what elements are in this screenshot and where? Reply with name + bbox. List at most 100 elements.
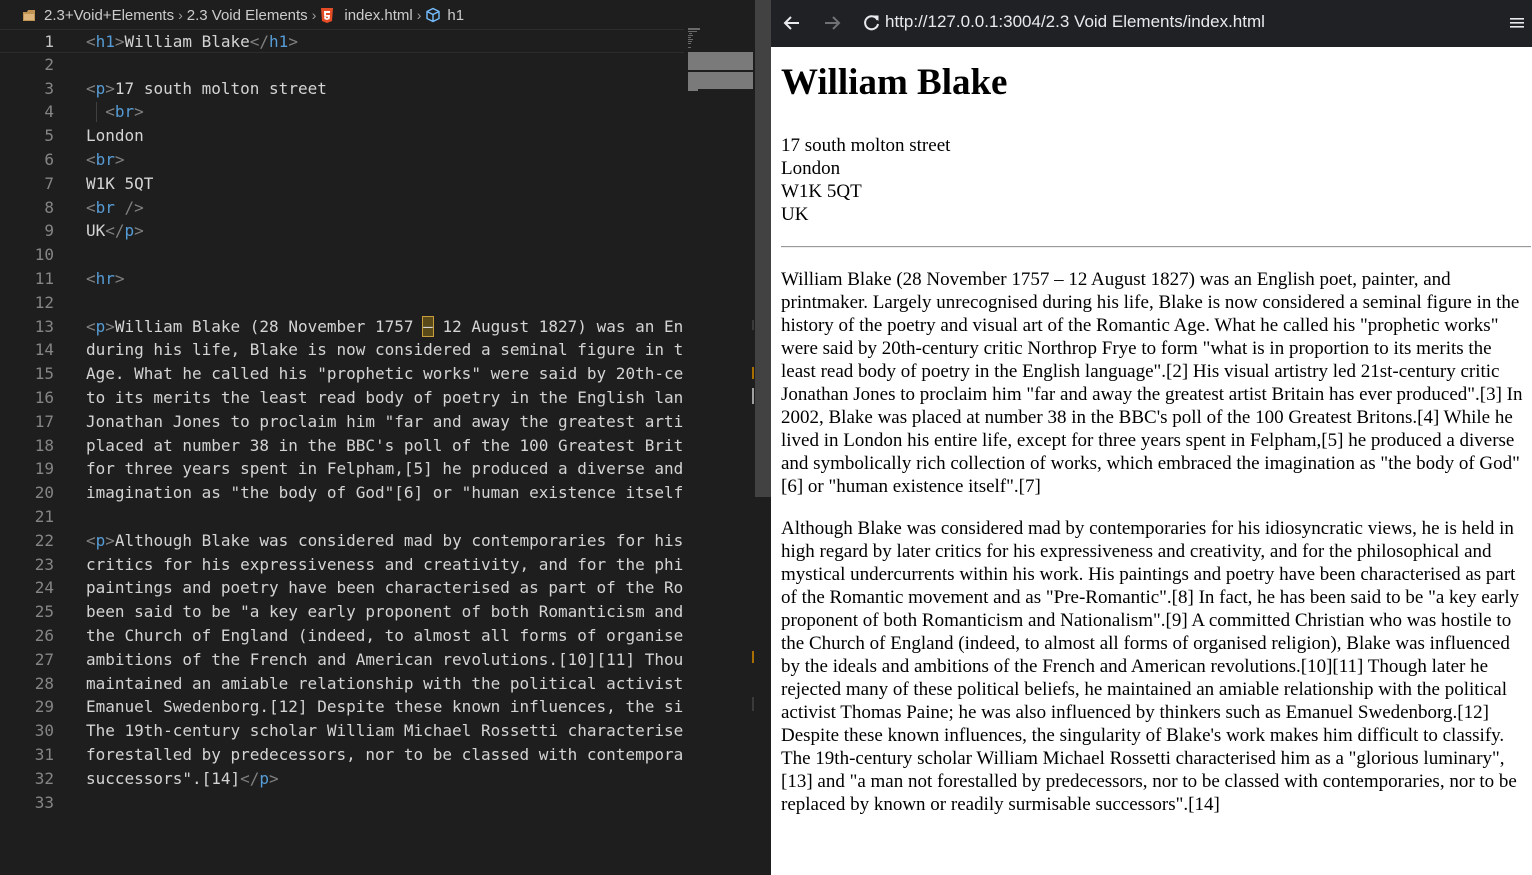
line-number: 14 [34,340,54,360]
rendered-page: William Blake 17 south molton street Lon… [781,47,1531,816]
reload-icon [864,15,879,31]
code-line[interactable]: 14 during his life, Blake is now consider… [0,338,684,362]
line-text: <p>17 south molton street [86,78,327,98]
menu-icon [1510,18,1524,28]
code-line[interactable]: 17 Jonathan Jones to proclaim him "far an… [0,410,684,434]
forward-button[interactable] [819,10,845,36]
code-line[interactable]: 24 paintings and poetry have been charact… [0,576,684,600]
code-line[interactable]: 2 [0,53,684,77]
code-line[interactable]: 21 [0,505,684,529]
line-number: 10 [34,245,54,265]
line-number: 32 [34,768,54,788]
code-line[interactable]: 4 <br> [0,100,684,124]
line-number: 18 [34,435,54,455]
line-number: 2 [44,54,54,74]
breadcrumb-folder-label: 2.3+Void+Elements [44,6,175,24]
line-text: W1K 5QT [86,173,154,193]
code-line[interactable]: 10 [0,243,684,267]
code-line[interactable]: 19 for three years spent in Felpham,[5] h… [0,457,684,481]
code-line[interactable]: 3 <p>17 south molton street [0,77,684,101]
code-line[interactable]: 5 London [0,124,684,148]
code-line[interactable]: 22 <p>Although Blake was considered mad b… [0,529,684,553]
code-line[interactable]: 20 imagination as "the body of God"[6] or… [0,481,684,505]
code-line[interactable]: 16 to its merits the least read body of p… [0,386,684,410]
line-text: <br> [86,149,125,169]
chevron-right-icon: › [311,7,317,23]
address-bar[interactable]: http://127.0.0.1:3004/2.3 Void Elements/… [885,12,1265,32]
code-line[interactable]: 32 successors".[14]</p> [0,767,684,791]
line-number: 22 [34,530,54,550]
breadcrumb-folder[interactable]: 2.3+Void+Elements [0,7,174,24]
breadcrumb-symbol[interactable]: h1 [425,7,464,24]
line-number: 17 [34,411,54,431]
code-line[interactable]: 27 ambitions of the French and American r… [0,648,684,672]
cube-icon [426,7,441,23]
line-number: 7 [44,173,54,193]
browser-preview[interactable]: http://127.0.0.1:3004/2.3 Void Elements/… [771,0,1532,875]
code-line[interactable]: 23 critics for his expressiveness and cre… [0,553,684,577]
address-line: UK [781,204,809,225]
breadcrumb-subfolder[interactable]: 2.3 Void Elements [187,7,308,24]
line-number: 8 [44,197,54,217]
line-text: successors".[14]</p> [86,768,279,788]
minimap[interactable] [688,28,754,98]
line-number: 11 [34,268,54,288]
line-text: maintained an amiable relationship with … [86,673,684,693]
code-line[interactable]: 11 <hr> [0,267,684,291]
line-text: <h1>William Blake</h1> [86,32,298,51]
vertical-scrollbar[interactable] [755,0,771,497]
bio-paragraph-2: Although Blake was considered mad by con… [781,518,1520,815]
forward-arrow-icon [825,16,841,30]
code-editor[interactable]: 2.3+Void+Elements › 2.3 Void Elements › … [0,0,771,875]
code-line[interactable]: 33 [0,791,684,815]
line-number: 9 [44,221,54,241]
code-line[interactable]: 28 maintained an amiable relationship wit… [0,672,684,696]
address-line: 17 south molton street [781,135,951,156]
code-line[interactable]: 15 Age. What he called his "prophetic wor… [0,362,684,386]
bio-paragraph-1: William Blake (28 November 1757 – 12 Aug… [781,269,1523,497]
code-line[interactable]: 12 [0,291,684,315]
line-text: imagination as "the body of God"[6] or "… [86,483,684,503]
line-number: 33 [34,792,54,812]
code-line[interactable]: 1 <h1>William Blake</h1> [0,29,684,53]
reload-button[interactable] [859,10,885,36]
breadcrumb-file-label: index.html [344,6,413,24]
line-text: <br> [105,102,144,122]
address-paragraph: 17 south molton street London W1K 5QT UK [781,134,1531,226]
line-text: forestalled by predecessors, nor to be c… [86,744,684,764]
page-heading: William Blake [781,62,1008,103]
back-button[interactable] [779,10,805,36]
code-line[interactable]: 25 been said to be "a key early proponent… [0,600,684,624]
line-text: for three years spent in Felpham,[5] he … [86,459,684,479]
code-line[interactable]: 30 The 19th-century scholar William Micha… [0,719,684,743]
breadcrumb-file[interactable]: index.html [320,6,413,24]
line-number: 31 [34,744,54,764]
code-line[interactable]: 8 <br /> [0,196,684,220]
line-text: critics for his expressiveness and creat… [86,554,684,574]
line-number: 21 [34,506,54,526]
line-number: 30 [34,721,54,741]
code-line[interactable]: 31 forestalled by predecessors, nor to be… [0,743,684,767]
folder-icon [23,9,35,21]
breadcrumb-subfolder-label: 2.3 Void Elements [186,6,308,24]
address-line: W1K 5QT [781,181,862,202]
line-text: <p>Although Blake was considered mad by … [86,530,684,550]
code-line[interactable]: 13 <p>William Blake (28 November 1757 – 1… [0,315,684,339]
breadcrumb: 2.3+Void+Elements › 2.3 Void Elements › … [0,0,771,30]
code-line[interactable]: 18 placed at number 38 in the BBC's poll … [0,434,684,458]
line-number: 3 [44,78,54,98]
code-line[interactable]: 29 Emanuel Swedenborg.[12] Despite these … [0,695,684,719]
address-line: London [781,158,841,179]
code-lines[interactable]: 1 <h1>William Blake</h1> 2 3 <p>17 south mol… [0,29,684,814]
code-line[interactable]: 7 W1K 5QT [0,172,684,196]
code-line[interactable]: 26 the Church of England (indeed, to almo… [0,624,684,648]
code-line[interactable]: 6 <br> [0,148,684,172]
line-text: London [86,126,144,146]
line-number: 1 [44,32,54,51]
line-text: been said to be "a key early proponent o… [86,602,684,622]
menu-button[interactable] [1507,10,1527,36]
code-line[interactable]: 9 UK</p> [0,219,684,243]
html5-icon [321,7,334,23]
line-number: 12 [34,292,54,312]
line-number: 20 [34,483,54,503]
